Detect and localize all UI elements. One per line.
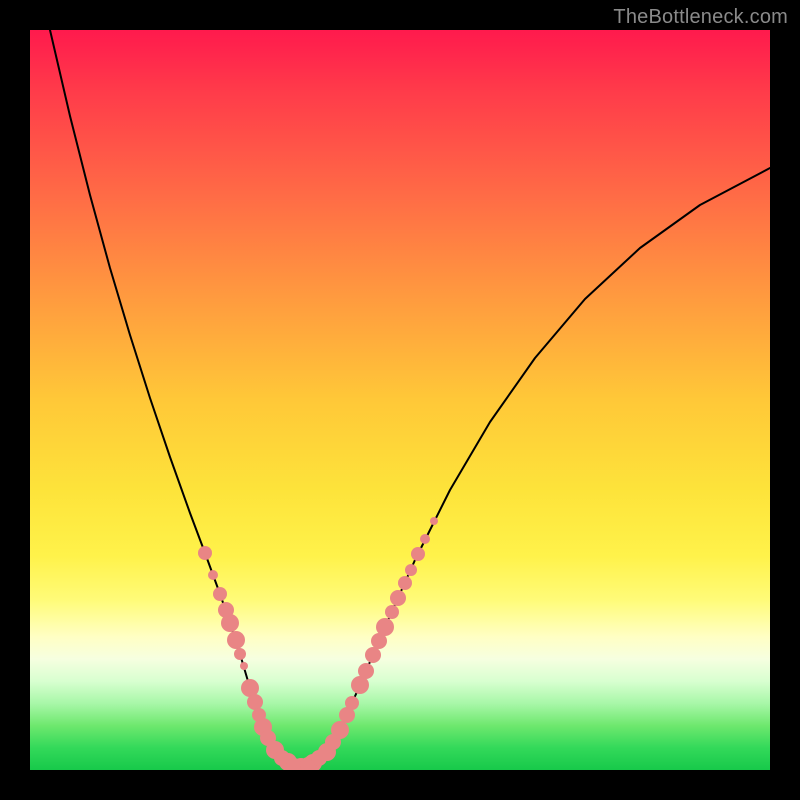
highlighted-point xyxy=(358,663,374,679)
highlighted-point xyxy=(208,570,218,580)
highlighted-point xyxy=(430,517,438,525)
highlighted-point xyxy=(221,614,239,632)
highlighted-point xyxy=(411,547,425,561)
chart-outer-frame: TheBottleneck.com xyxy=(0,0,800,800)
highlighted-point xyxy=(198,546,212,560)
highlighted-point xyxy=(390,590,406,606)
watermark-text: TheBottleneck.com xyxy=(613,6,788,29)
chart-svg-overlay xyxy=(30,30,770,770)
highlighted-point xyxy=(234,648,246,660)
chart-plot-area xyxy=(30,30,770,770)
highlighted-point xyxy=(331,721,349,739)
highlighted-point xyxy=(420,534,430,544)
bottleneck-curve xyxy=(50,30,770,767)
highlighted-point xyxy=(240,662,248,670)
highlighted-point xyxy=(398,576,412,590)
highlighted-points-group xyxy=(198,517,438,770)
highlighted-point xyxy=(405,564,417,576)
highlighted-point xyxy=(213,587,227,601)
highlighted-point xyxy=(345,696,359,710)
highlighted-point xyxy=(376,618,394,636)
highlighted-point xyxy=(247,694,263,710)
highlighted-point xyxy=(365,647,381,663)
highlighted-point xyxy=(227,631,245,649)
highlighted-point xyxy=(385,605,399,619)
